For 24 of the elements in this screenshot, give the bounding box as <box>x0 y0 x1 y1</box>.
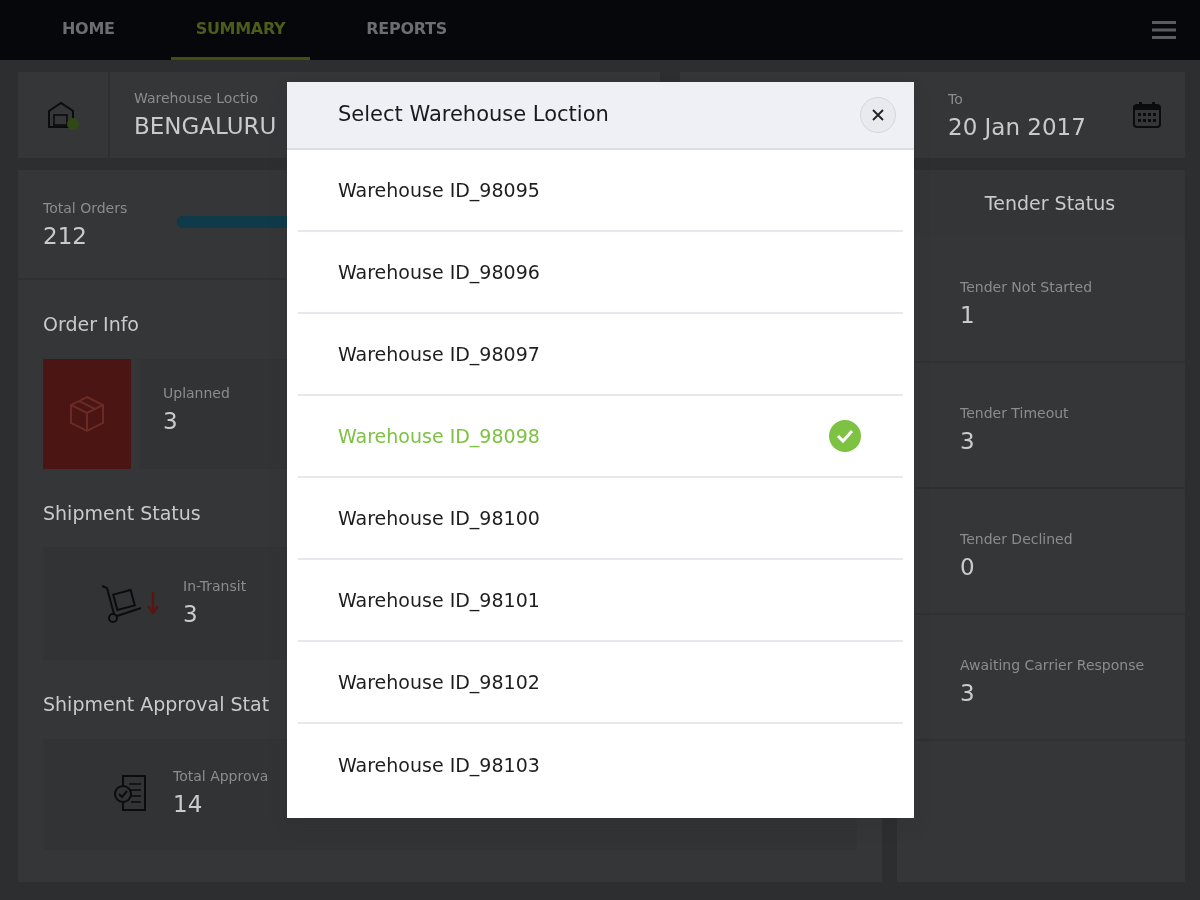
stat-label: Tender Timeout <box>960 404 1069 423</box>
stat-value: 3 <box>960 679 975 708</box>
stat-label: Tender Declined <box>960 530 1073 549</box>
section-title: Order Info <box>43 312 139 337</box>
field-label: To <box>948 90 963 110</box>
stat-value: 0 <box>960 553 975 582</box>
stat-label: Total Approva <box>173 767 269 787</box>
stat-value: 212 <box>43 222 87 251</box>
dialog-title: Select Warehouse Loction <box>338 101 609 129</box>
stat-value: 3 <box>183 599 198 629</box>
section-title: Shipment Status <box>43 500 201 526</box>
stat-value: 3 <box>163 406 178 436</box>
field-label: Warehouse Loctio <box>134 89 259 108</box>
location-value: BENGALURU <box>134 112 277 141</box>
stat-label: Tender Not Started <box>960 278 1093 297</box>
stat-label: In-Transit <box>183 576 247 596</box>
stat-value: 3 <box>960 427 975 456</box>
date-value: 20 Jan 2017 <box>948 113 1086 143</box>
stat-label: Total Orders <box>43 199 128 218</box>
stat-label: Awaiting Carrier Response <box>960 656 1145 675</box>
stat-value: 1 <box>960 301 975 330</box>
section-title: Shipment Approval Stat <box>43 692 270 717</box>
stat-value: 14 <box>173 790 203 820</box>
stat-label: Uplanned <box>163 383 230 403</box>
